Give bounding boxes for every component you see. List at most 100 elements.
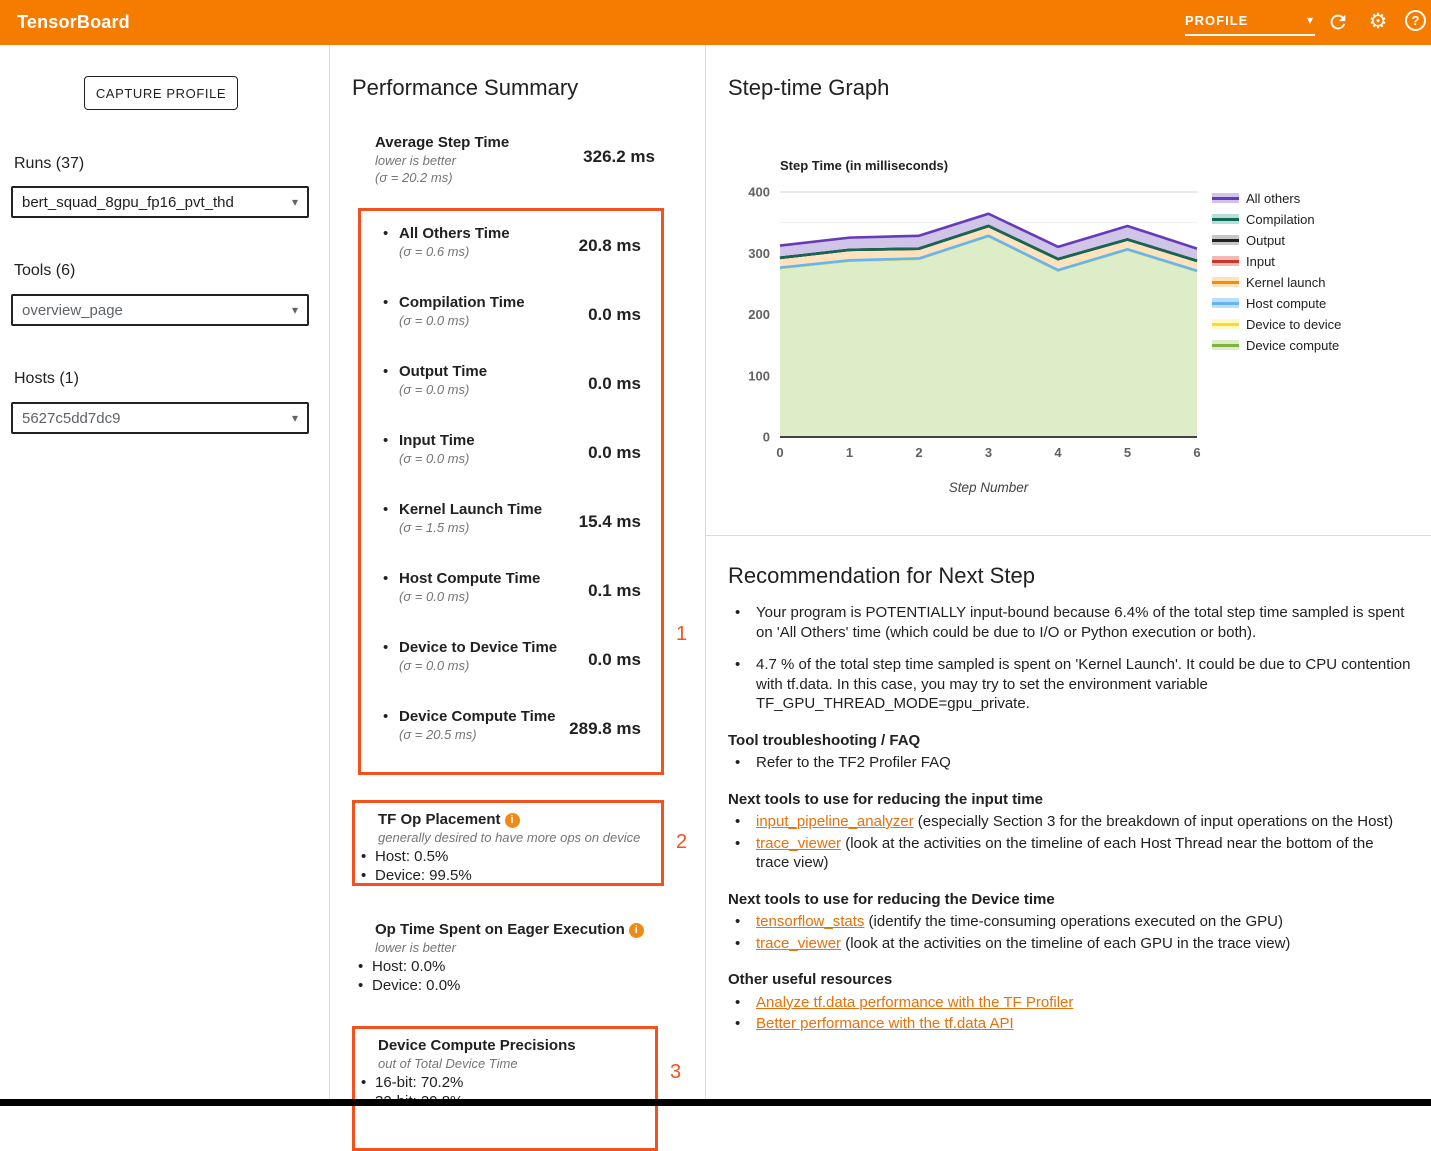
tf-op-placement-list: Host: 0.5%Device: 99.5% [355,847,661,885]
legend-item: Device to device [1212,317,1341,338]
recommendation-section-heading: Next tools to use for reducing the input… [728,790,1411,810]
info-icon[interactable]: i [629,923,644,938]
metric-value: 0.0 ms [588,305,641,325]
app-title: TensorBoard [17,0,130,45]
recommendation-text: (look at the activities on the timeline … [841,935,1290,952]
hosts-select-value: 5627c5dd7dc9 [22,410,120,427]
recommendation-link[interactable]: input_pipeline_analyzer [756,813,914,830]
legend-swatch [1212,193,1239,203]
legend-swatch [1212,256,1239,266]
metric-value: 20.8 ms [579,236,641,256]
recommendation-text: (identify the time-consuming operations … [864,913,1283,930]
recommendation-text: Refer to the TF2 Profiler FAQ [756,754,951,771]
legend-item: Kernel launch [1212,275,1341,296]
legend-label: Device to device [1246,317,1341,332]
bullet: • [383,363,388,380]
annotation-box-3: Device Compute Precisions out of Total D… [352,1026,658,1151]
info-icon[interactable]: i [505,813,520,828]
metric-row: •Host Compute Time(σ = 0.0 ms)0.1 ms [361,569,651,638]
chart-legend: All others Compilation Output InputKernel l… [1212,191,1341,359]
precisions-item: 16-bit: 70.2% [355,1073,655,1092]
eager-item: Device: 0.0% [352,976,664,995]
tools-select[interactable]: overview_page ▾ [11,294,309,326]
legend-item: Input [1212,254,1341,275]
legend-label: All others [1246,191,1300,206]
recommendation-link[interactable]: Analyze tf.data performance with the TF … [756,994,1073,1011]
runs-select[interactable]: bert_squad_8gpu_fp16_pvt_thd ▾ [11,186,309,218]
recommendation-text: (especially Section 3 for the breakdown … [914,813,1393,830]
legend-swatch [1212,214,1239,224]
app-header: TensorBoard PROFILE ▾ ⚙ ? [0,0,1431,45]
recommendation-item: trace_viewer (look at the activities on … [728,834,1411,873]
capture-profile-button[interactable]: CAPTURE PROFILE [84,76,238,110]
recommendation-card: Recommendation for Next Step Your progra… [706,536,1431,1106]
x-tick-label: 4 [1054,445,1062,460]
legend-swatch [1212,277,1239,287]
bullet: • [383,639,388,656]
legend-label: Kernel launch [1246,275,1326,290]
recommendation-bullet: Your program is POTENTIALLY input-bound … [728,603,1411,642]
sidebar: CAPTURE PROFILE Runs (37) bert_squad_8gp… [0,45,330,1106]
recommendation-item: Refer to the TF2 Profiler FAQ [728,753,1411,773]
x-tick-label: 0 [776,445,783,460]
y-tick-label: 400 [748,185,770,200]
annotation-box-2: TF Op Placement i generally desired to ha… [352,800,664,886]
x-tick-label: 3 [985,445,992,460]
legend-swatch [1212,298,1239,308]
legend-swatch [1212,235,1239,245]
help-icon[interactable]: ? [1405,10,1429,34]
metric-row: •Compilation Time(σ = 0.0 ms)0.0 ms [361,293,651,362]
annotation-box-1: •All Others Time(σ = 0.6 ms)20.8 ms•Comp… [358,208,664,775]
x-tick-label: 6 [1193,445,1200,460]
tf-op-placement-title: TF Op Placement [378,811,501,828]
legend-item: All others [1212,191,1341,212]
legend-label: Host compute [1246,296,1326,311]
recommendation-item: tensorflow_stats (identify the time-cons… [728,912,1411,932]
recommendation-link[interactable]: trace_viewer [756,935,841,952]
legend-swatch [1212,340,1239,350]
recommendation-bullet: 4.7 % of the total step time sampled is … [728,655,1411,714]
eager-execution-block: Op Time Spent on Eager Executioni lower … [352,920,664,995]
legend-label: Output [1246,233,1285,248]
recommendation-link[interactable]: tensorflow_stats [756,913,864,930]
metric-value: 0.0 ms [588,650,641,670]
recommendation-item: Better performance with the tf.data API [728,1014,1411,1034]
y-tick-label: 200 [748,307,770,322]
precisions-subtitle: out of Total Device Time [355,1055,655,1072]
metric-value: 289.8 ms [569,719,641,739]
settings-gear-icon[interactable]: ⚙ [1366,10,1390,34]
hosts-select[interactable]: 5627c5dd7dc9 ▾ [11,402,309,434]
recommendation-item: Analyze tf.data performance with the TF … [728,993,1411,1013]
legend-label: Compilation [1246,212,1315,227]
recommendation-section-heading: Next tools to use for reducing the Devic… [728,890,1411,910]
tools-label: Tools (6) [14,262,75,280]
x-tick-label: 5 [1124,445,1131,460]
metric-row: •Device to Device Time(σ = 0.0 ms)0.0 ms [361,638,651,707]
step-time-graph-title: Step-time Graph [728,75,889,101]
metric-row: •Input Time(σ = 0.0 ms)0.0 ms [361,431,651,500]
eager-list: Host: 0.0%Device: 0.0% [352,957,664,995]
x-axis-label: Step Number [949,480,1029,495]
bullet: • [383,294,388,311]
tf-op-placement-subtitle: generally desired to have more ops on de… [355,829,661,846]
recommendation-section-heading: Tool troubleshooting / FAQ [728,731,1411,751]
recommendation-link[interactable]: trace_viewer [756,835,841,852]
legend-item: Output [1212,233,1341,254]
right-panel: Step-time Graph Step Time (in millisecon… [706,45,1431,1106]
recommendation-link[interactable]: Better performance with the tf.data API [756,1015,1014,1032]
recommendation-item: trace_viewer (look at the activities on … [728,934,1411,954]
annotation-number-1: 1 [676,623,687,646]
legend-item: Device compute [1212,338,1341,359]
bullet: • [383,501,388,518]
legend-swatch [1212,319,1239,329]
metric-value: 15.4 ms [579,512,641,532]
hosts-label: Hosts (1) [14,370,79,388]
recommendation-title: Recommendation for Next Step [728,563,1409,589]
legend-item: Compilation [1212,212,1341,233]
legend-item: Host compute [1212,296,1341,317]
performance-summary-panel: Performance Summary Average Step Time lo… [330,45,706,1106]
chevron-down-icon: ▾ [1307,13,1313,27]
refresh-icon[interactable] [1326,10,1350,34]
dashboard-selector[interactable]: PROFILE ▾ [1185,8,1315,36]
metric-value: 0.0 ms [588,374,641,394]
